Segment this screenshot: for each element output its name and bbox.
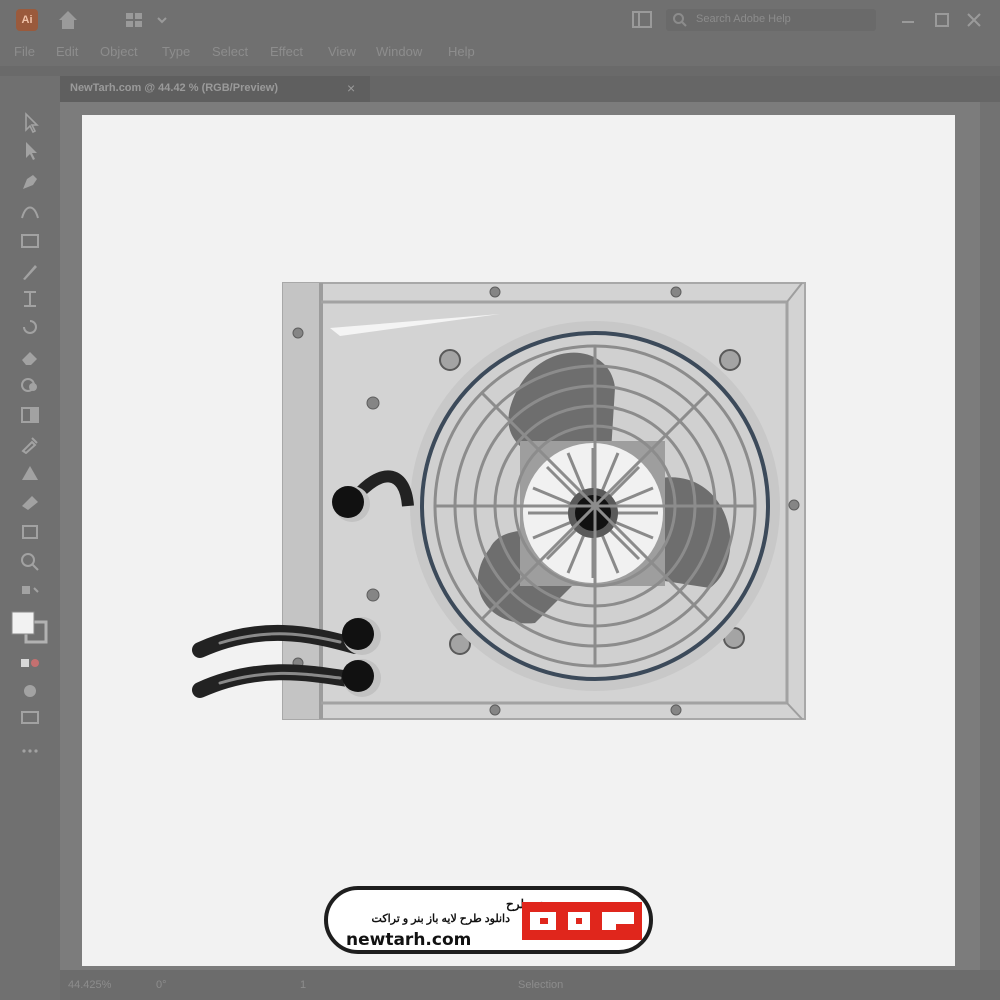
curvature-tool-icon[interactable] [18, 200, 42, 222]
menu-help[interactable]: Help [448, 44, 475, 59]
menu-file[interactable]: File [14, 44, 35, 59]
gradient-tool-icon[interactable] [18, 404, 42, 426]
symbol-sprayer-tool-icon[interactable] [18, 490, 42, 512]
current-tool-label: Selection [518, 979, 564, 991]
rotate-tool-icon[interactable] [18, 316, 42, 338]
menu-object[interactable]: Object [100, 44, 138, 59]
exhaust-fan-illustration [192, 282, 806, 720]
arrange-documents-icon[interactable] [630, 8, 654, 32]
fill-stroke-swatch-icon[interactable] [10, 610, 50, 644]
menu-view[interactable]: View [328, 44, 356, 59]
artboard-tool-icon[interactable] [18, 520, 42, 542]
newtarh-logo [522, 902, 642, 940]
menu-bar: File Edit Object Type Select Effect View… [0, 40, 1000, 66]
search-field[interactable]: Search Adobe Help [666, 9, 876, 31]
rectangle-tool-icon[interactable] [18, 230, 42, 252]
watermark-tagline: دانلود طرح لایه باز بنر و تراکت [371, 913, 510, 925]
vertical-scrollbar[interactable] [980, 102, 1000, 970]
close-tab-icon[interactable]: × [347, 80, 355, 96]
pen-tool-icon[interactable] [18, 170, 42, 192]
zoom-level[interactable]: 44.425% [68, 979, 111, 991]
minimize-icon[interactable] [898, 8, 918, 32]
tools-panel [0, 76, 60, 1000]
rotation-angle[interactable]: 0° [156, 979, 167, 991]
workspace-switcher-icon[interactable] [124, 10, 170, 30]
draw-mode-icon[interactable] [18, 680, 42, 702]
more-tools-icon[interactable] [18, 740, 42, 762]
close-window-icon[interactable] [964, 8, 984, 32]
document-tab-bar: NewTarh.com @ 44.42 % (RGB/Preview) × [60, 76, 1000, 102]
home-icon[interactable] [56, 8, 80, 32]
paintbrush-tool-icon[interactable] [18, 260, 42, 282]
title-bar: Ai Search Adobe Help [0, 0, 1000, 40]
menu-window[interactable]: Window [376, 44, 422, 59]
newtarh-watermark: نیوطرح دانلود طرح لایه باز بنر و تراکت n… [324, 886, 653, 954]
menu-select[interactable]: Select [212, 44, 248, 59]
maximize-icon[interactable] [932, 8, 952, 32]
eyedropper-tool-icon[interactable] [18, 432, 42, 454]
color-mode-icon[interactable] [18, 652, 42, 674]
app-logo: Ai [16, 9, 38, 31]
eraser-tool-icon[interactable] [18, 346, 42, 368]
blend-tool-icon[interactable] [18, 462, 42, 484]
document-tab[interactable]: NewTarh.com @ 44.42 % (RGB/Preview) × [60, 76, 370, 102]
watermark-url: newtarh.com [346, 930, 472, 950]
zoom-tool-icon[interactable] [18, 550, 42, 572]
menu-type[interactable]: Type [162, 44, 190, 59]
menu-effect[interactable]: Effect [270, 44, 303, 59]
screen-mode-icon[interactable] [18, 706, 42, 728]
swap-fill-stroke-icon[interactable] [18, 582, 42, 604]
document-tab-label: NewTarh.com @ 44.42 % (RGB/Preview) [70, 82, 278, 94]
shaper-tool-icon[interactable] [18, 288, 42, 310]
search-icon [673, 13, 687, 27]
direct-selection-tool-icon[interactable] [18, 140, 42, 162]
menu-edit[interactable]: Edit [56, 44, 78, 59]
status-bar: 44.425% 0° 1 Selection [60, 970, 1000, 1000]
control-bar [0, 66, 1000, 76]
shape-builder-tool-icon[interactable] [18, 374, 42, 396]
artboard-number[interactable]: 1 [300, 979, 306, 991]
selection-tool-icon[interactable] [18, 112, 42, 134]
search-placeholder: Search Adobe Help [696, 13, 791, 25]
